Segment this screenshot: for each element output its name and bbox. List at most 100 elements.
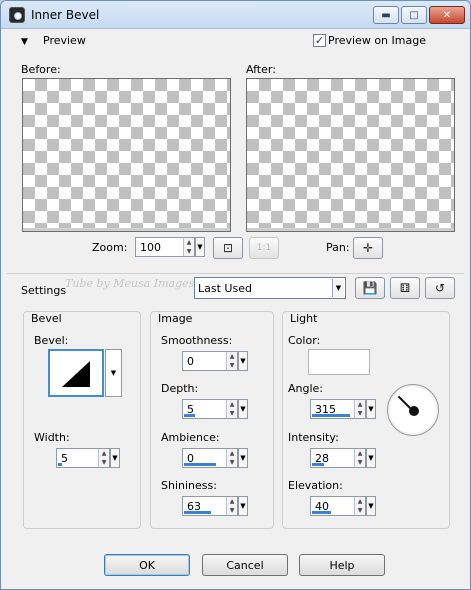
shininess-level-bar bbox=[184, 511, 211, 514]
help-button[interactable]: Help bbox=[299, 554, 385, 576]
spin-up-icon[interactable]: ▲ bbox=[184, 238, 194, 247]
watermark-text: Tube by Meusa Images bbox=[65, 277, 195, 290]
shininess-label: Shininess: bbox=[161, 479, 217, 492]
center-view-icon: ⊡ bbox=[222, 241, 234, 255]
close-button[interactable]: ✕ bbox=[429, 6, 465, 24]
ambience-level-bar bbox=[184, 463, 216, 466]
before-label: Before: bbox=[21, 63, 61, 76]
save-disk-icon: 💾 bbox=[362, 281, 378, 295]
width-spinner[interactable]: ▲ ▼ bbox=[98, 449, 109, 467]
width-label: Width: bbox=[34, 431, 70, 444]
shininess-dropdown-icon[interactable]: ▼ bbox=[238, 496, 248, 516]
ambience-dropdown-icon[interactable]: ▼ bbox=[238, 448, 248, 468]
spin-up-icon[interactable]: ▲ bbox=[227, 352, 237, 361]
before-preview[interactable] bbox=[22, 78, 231, 232]
separator bbox=[7, 273, 464, 274]
collapse-preview-icon[interactable]: ▼ bbox=[21, 37, 28, 47]
ambience-label: Ambience: bbox=[161, 431, 220, 444]
shininess-field[interactable]: 63 ▲ ▼ bbox=[182, 496, 238, 516]
color-label: Color: bbox=[288, 334, 321, 347]
spin-up-icon[interactable]: ▲ bbox=[227, 497, 237, 506]
spin-down-icon[interactable]: ▼ bbox=[99, 458, 109, 467]
spin-up-icon[interactable]: ▲ bbox=[99, 449, 109, 458]
save-preset-button[interactable]: 💾 bbox=[355, 277, 385, 299]
angle-dial[interactable] bbox=[387, 384, 439, 436]
preset-dropdown[interactable]: Last Used ▼ bbox=[194, 277, 346, 299]
width-value: 5 bbox=[61, 452, 68, 465]
pan-cross-icon: ✛ bbox=[362, 241, 374, 255]
reset-button[interactable]: ↺ bbox=[425, 277, 455, 299]
depth-dropdown-icon[interactable]: ▼ bbox=[238, 399, 248, 419]
zoom-spinner[interactable]: ▲ ▼ bbox=[183, 238, 194, 256]
title-bar[interactable]: Inner Bevel ▬ □ ✕ bbox=[1, 1, 470, 29]
pan-label: Pan: bbox=[326, 241, 350, 254]
cancel-button[interactable]: Cancel bbox=[202, 554, 288, 576]
bevel-dropdown-icon[interactable]: ▼ bbox=[105, 349, 122, 397]
depth-level-bar bbox=[184, 414, 195, 417]
after-preview[interactable] bbox=[246, 78, 455, 232]
ok-button[interactable]: OK bbox=[104, 554, 190, 576]
angle-spinner[interactable]: ▲ ▼ bbox=[354, 400, 365, 418]
bevel-group-title: Bevel bbox=[29, 312, 64, 325]
elevation-label: Elevation: bbox=[288, 479, 343, 492]
elevation-field[interactable]: 40 ▲ ▼ bbox=[310, 496, 366, 516]
settings-label: Settings bbox=[21, 284, 67, 297]
minimize-button[interactable]: ▬ bbox=[373, 6, 399, 24]
angle-dial-knob bbox=[409, 406, 419, 416]
ambience-field[interactable]: 0 ▲ ▼ bbox=[182, 448, 238, 468]
spin-down-icon[interactable]: ▼ bbox=[355, 409, 365, 418]
smoothness-field[interactable]: 0 ▲ ▼ bbox=[182, 351, 238, 371]
angle-field[interactable]: 315 ▲ ▼ bbox=[310, 399, 366, 419]
depth-field[interactable]: 5 ▲ ▼ bbox=[182, 399, 238, 419]
intensity-dropdown-icon[interactable]: ▼ bbox=[366, 448, 376, 468]
smoothness-label: Smoothness: bbox=[161, 334, 233, 347]
preview-on-image-checkbox[interactable]: ✓ bbox=[313, 34, 326, 47]
bevel-shape-swatch[interactable] bbox=[48, 349, 104, 397]
spin-up-icon[interactable]: ▲ bbox=[227, 449, 237, 458]
angle-label: Angle: bbox=[288, 382, 324, 395]
spin-down-icon[interactable]: ▼ bbox=[355, 506, 365, 515]
maximize-button[interactable]: □ bbox=[401, 6, 427, 24]
window-title: Inner Bevel bbox=[31, 8, 100, 22]
spin-down-icon[interactable]: ▼ bbox=[227, 409, 237, 418]
spin-down-icon[interactable]: ▼ bbox=[227, 361, 237, 370]
spin-up-icon[interactable]: ▲ bbox=[227, 400, 237, 409]
spin-up-icon[interactable]: ▲ bbox=[355, 497, 365, 506]
pan-button[interactable]: ✛ bbox=[353, 237, 383, 259]
preview-section-label: Preview bbox=[43, 34, 86, 47]
smoothness-dropdown-icon[interactable]: ▼ bbox=[238, 351, 248, 371]
app-camera-icon bbox=[9, 7, 25, 23]
smoothness-value: 0 bbox=[187, 355, 194, 368]
intensity-field[interactable]: 28 ▲ ▼ bbox=[310, 448, 366, 468]
dice-icon: ⚅ bbox=[399, 281, 411, 295]
spin-up-icon[interactable]: ▲ bbox=[355, 449, 365, 458]
zoom-field[interactable]: 100 ▲ ▼ bbox=[135, 237, 195, 257]
depth-label: Depth: bbox=[161, 382, 199, 395]
depth-spinner[interactable]: ▲ ▼ bbox=[226, 400, 237, 418]
inner-bevel-dialog: Inner Bevel ▬ □ ✕ ▼ Preview ✓ Preview on… bbox=[0, 0, 471, 590]
light-color-swatch[interactable] bbox=[308, 349, 370, 375]
center-view-button[interactable]: ⊡ bbox=[213, 237, 243, 259]
elevation-spinner[interactable]: ▲ ▼ bbox=[354, 497, 365, 515]
spin-down-icon[interactable]: ▼ bbox=[227, 458, 237, 467]
randomize-button[interactable]: ⚅ bbox=[390, 277, 420, 299]
angle-dropdown-icon[interactable]: ▼ bbox=[366, 399, 376, 419]
intensity-label: Intensity: bbox=[288, 431, 339, 444]
zoom-dropdown-icon[interactable]: ▼ bbox=[195, 237, 205, 257]
after-label: After: bbox=[246, 63, 276, 76]
spin-down-icon[interactable]: ▼ bbox=[184, 247, 194, 256]
light-group-title: Light bbox=[288, 312, 320, 325]
width-dropdown-icon[interactable]: ▼ bbox=[110, 448, 120, 468]
ambience-spinner[interactable]: ▲ ▼ bbox=[226, 449, 237, 467]
intensity-level-bar bbox=[312, 463, 324, 466]
spin-down-icon[interactable]: ▼ bbox=[227, 506, 237, 515]
width-field[interactable]: 5 ▲ ▼ bbox=[56, 448, 110, 468]
spin-up-icon[interactable]: ▲ bbox=[355, 400, 365, 409]
chevron-down-icon[interactable]: ▼ bbox=[332, 279, 344, 297]
smoothness-spinner[interactable]: ▲ ▼ bbox=[226, 352, 237, 370]
elevation-dropdown-icon[interactable]: ▼ bbox=[366, 496, 376, 516]
spin-down-icon[interactable]: ▼ bbox=[355, 458, 365, 467]
intensity-spinner[interactable]: ▲ ▼ bbox=[354, 449, 365, 467]
shininess-spinner[interactable]: ▲ ▼ bbox=[226, 497, 237, 515]
one-to-one-button[interactable]: 1:1 bbox=[249, 237, 279, 259]
